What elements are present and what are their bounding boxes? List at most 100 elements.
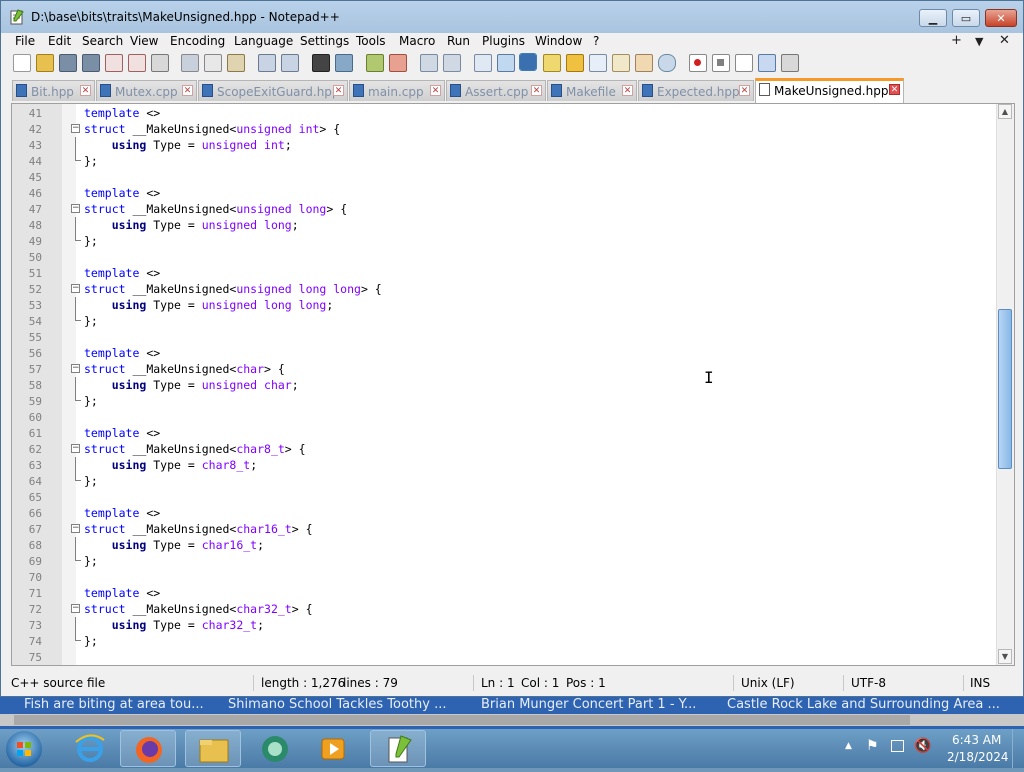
code-line[interactable]: 49}; <box>12 233 997 249</box>
fold-toggle-icon[interactable]: − <box>71 524 80 533</box>
tab-assert-cpp[interactable]: Assert.cpp ✕ <box>446 80 546 101</box>
taskbar-notepadpp[interactable] <box>370 730 426 767</box>
ticker-item[interactable]: Fish are biting at area tou... <box>24 697 204 712</box>
record-macro-icon[interactable] <box>689 54 707 72</box>
save-macro-icon[interactable] <box>781 54 799 72</box>
doc-list-icon[interactable] <box>589 54 607 72</box>
code-line[interactable]: 43 using Type = unsigned int; <box>12 137 997 153</box>
close-tab-icon[interactable]: ✕ <box>333 85 344 96</box>
zoom-out-icon[interactable] <box>389 54 407 72</box>
ticker-scroll-thumb[interactable] <box>14 715 910 725</box>
tab-makefile[interactable]: Makefile ✕ <box>547 80 637 101</box>
code-line[interactable]: 52 − struct __MakeUnsigned<unsigned long l… <box>12 281 997 297</box>
function-list-icon[interactable] <box>612 54 630 72</box>
code-line[interactable]: 57 − struct __MakeUnsigned<char> { <box>12 361 997 377</box>
sync-horizontal-icon[interactable] <box>443 54 461 72</box>
vertical-scrollbar[interactable]: ▲ ▼ <box>996 104 1014 665</box>
code-line[interactable]: 61 template <> <box>12 425 997 441</box>
tab-scopeexitguard-hpp[interactable]: ScopeExitGuard.hpp ✕ <box>198 80 348 101</box>
menu-encoding[interactable]: Encoding <box>170 34 225 48</box>
paste-icon[interactable] <box>227 54 245 72</box>
menu-window[interactable]: Window <box>535 34 582 48</box>
code-line[interactable]: 50 <box>12 249 997 265</box>
print-icon[interactable] <box>151 54 169 72</box>
code-editor[interactable]: 41 template <> 42− struct __MakeUnsigned<un… <box>11 103 1015 666</box>
code-line[interactable]: 72 − struct __MakeUnsigned<char32_t> { <box>12 601 997 617</box>
code-line[interactable]: 68 using Type = char16_t; <box>12 537 997 553</box>
redo-icon[interactable] <box>281 54 299 72</box>
show-hidden-icons[interactable]: ▲ <box>845 741 852 751</box>
taskbar-media-player[interactable] <box>306 730 362 767</box>
code-line[interactable]: 62 − struct __MakeUnsigned<char8_t> { <box>12 441 997 457</box>
code-line[interactable]: 48 using Type = unsigned long; <box>12 217 997 233</box>
close-tab-icon[interactable]: ✕ <box>531 85 542 96</box>
code-line[interactable]: 56 template <> <box>12 345 997 361</box>
tab-main-cpp[interactable]: main.cpp ✕ <box>349 80 445 101</box>
taskbar-file-explorer[interactable] <box>185 730 241 767</box>
new-file-icon[interactable] <box>13 54 31 72</box>
code-line[interactable]: 75 <box>12 649 997 665</box>
code-line[interactable]: 41 template <> <box>12 105 997 121</box>
start-orb[interactable] <box>6 731 42 767</box>
tab-makeunsigned-hpp[interactable]: MakeUnsigned.hpp ✕ <box>755 78 904 103</box>
code-line[interactable]: 74}; <box>12 633 997 649</box>
code-line[interactable]: 46 template <> <box>12 185 997 201</box>
ticker-item[interactable]: Shimano School Tackles Toothy ... <box>228 697 447 712</box>
close-tab-icon[interactable]: ✕ <box>430 85 441 96</box>
volume-muted-icon[interactable]: 🔇 <box>914 738 931 754</box>
close-tab-icon[interactable]: ✕ <box>739 85 750 96</box>
taskbar-internet-explorer[interactable] <box>62 730 118 767</box>
menu-macro[interactable]: Macro <box>399 34 435 48</box>
menu-view[interactable]: View <box>130 34 158 48</box>
add-icon[interactable]: + <box>951 33 962 48</box>
tab-bit-hpp[interactable]: Bit.hpp ✕ <box>12 80 95 101</box>
code-line[interactable]: 73 using Type = char32_t; <box>12 617 997 633</box>
code-line[interactable]: 65 <box>12 489 997 505</box>
menu-settings[interactable]: Settings <box>300 34 349 48</box>
stop-macro-icon[interactable] <box>712 54 730 72</box>
code-line[interactable]: 67 − struct __MakeUnsigned<char16_t> { <box>12 521 997 537</box>
fold-toggle-icon[interactable]: − <box>71 444 80 453</box>
menu-run[interactable]: Run <box>447 34 470 48</box>
fold-toggle-icon[interactable]: − <box>71 364 80 373</box>
code-line[interactable]: 59}; <box>12 393 997 409</box>
menu-tools[interactable]: Tools <box>356 34 386 48</box>
fold-toggle-icon[interactable]: − <box>71 284 80 293</box>
udl-icon[interactable] <box>543 54 561 72</box>
maximize-button[interactable]: ▭ <box>952 9 980 27</box>
code-line[interactable]: 58 using Type = unsigned char; <box>12 377 997 393</box>
run-macro-multiple-icon[interactable] <box>758 54 776 72</box>
word-wrap-icon[interactable] <box>474 54 492 72</box>
open-file-icon[interactable] <box>36 54 54 72</box>
code-line[interactable]: 63 using Type = char8_t; <box>12 457 997 473</box>
taskbar-media-center[interactable] <box>247 730 303 767</box>
ticker-item[interactable]: Castle Rock Lake and Surrounding Area ..… <box>727 697 1000 712</box>
close-all-icon[interactable] <box>128 54 146 72</box>
fold-toggle-icon[interactable]: − <box>71 204 80 213</box>
network-icon[interactable] <box>891 740 904 752</box>
code-line[interactable]: 69}; <box>12 553 997 569</box>
menu-search[interactable]: Search <box>82 34 123 48</box>
ticker-item[interactable]: Brian Munger Concert Part 1 - Y... <box>481 697 696 712</box>
code-line[interactable]: 54}; <box>12 313 997 329</box>
indent-guide-icon[interactable] <box>519 53 537 71</box>
scroll-up-icon[interactable]: ▲ <box>998 104 1012 119</box>
code-line[interactable]: 44}; <box>12 153 997 169</box>
title-bar[interactable]: D:\base\bits\traits\MakeUnsigned.hpp - N… <box>1 1 1023 33</box>
scroll-down-icon[interactable]: ▼ <box>998 649 1012 664</box>
folder-workspace-icon[interactable] <box>635 54 653 72</box>
fold-toggle-icon[interactable]: − <box>71 124 80 133</box>
doc-map-icon[interactable] <box>566 54 584 72</box>
copy-icon[interactable] <box>204 54 222 72</box>
code-line[interactable]: 70 <box>12 569 997 585</box>
menu-file[interactable]: File <box>15 34 35 48</box>
clock-time[interactable]: 6:43 AM <box>952 733 1001 747</box>
code-line[interactable]: 47 − struct __MakeUnsigned<unsigned long> … <box>12 201 997 217</box>
zoom-in-icon[interactable] <box>366 54 384 72</box>
fold-toggle-icon[interactable]: − <box>71 604 80 613</box>
ticker-scrollbar[interactable] <box>0 714 1024 726</box>
monitoring-icon[interactable] <box>658 54 676 72</box>
tab-mutex-cpp[interactable]: Mutex.cpp ✕ <box>96 80 197 101</box>
save-all-icon[interactable] <box>82 54 100 72</box>
clock-date[interactable]: 2/18/2024 <box>947 750 1009 764</box>
